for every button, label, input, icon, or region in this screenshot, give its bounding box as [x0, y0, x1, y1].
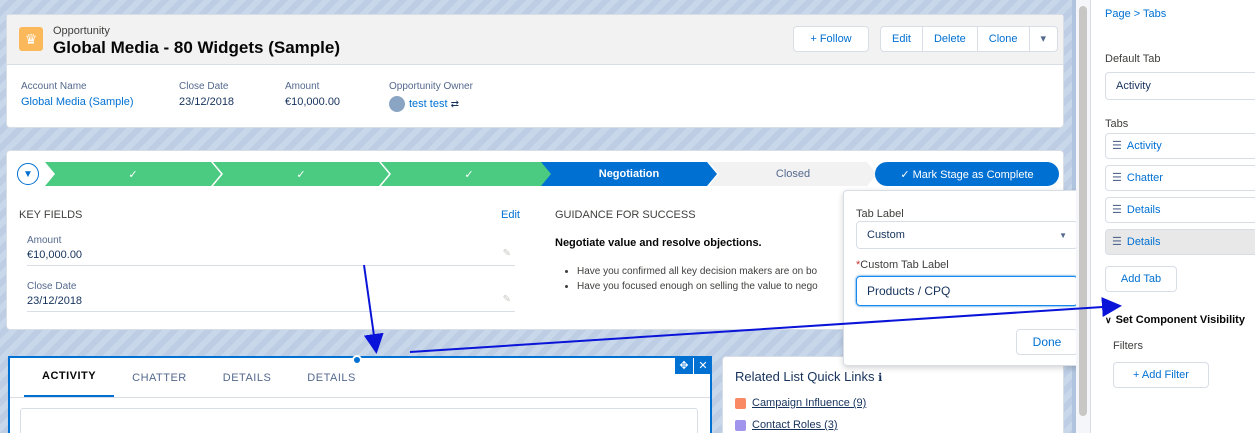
- annotation-arrow: [363, 264, 384, 354]
- annotation-arrow: [409, 297, 1122, 353]
- annotation-arrows: [363, 264, 1122, 354]
